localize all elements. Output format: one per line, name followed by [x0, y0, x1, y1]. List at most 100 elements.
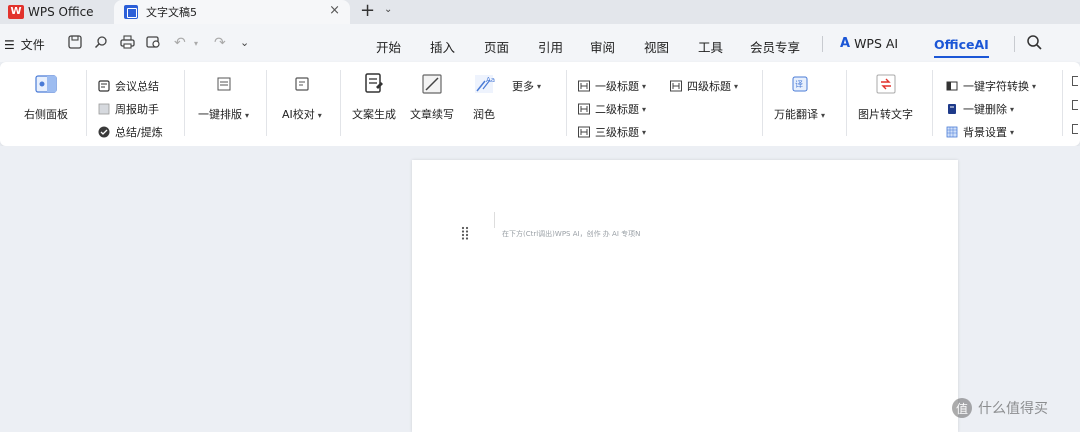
- menu-icon: ☰: [4, 37, 15, 52]
- file-menu-label: 文件: [20, 38, 45, 52]
- weekly-report-button[interactable]: 周报助手: [98, 101, 159, 117]
- group-separator: [1062, 70, 1063, 136]
- chevron-down-icon: ▾: [1010, 104, 1015, 114]
- new-tab-button[interactable]: +: [360, 0, 375, 21]
- copy-generate-button[interactable]: 文案生成: [352, 72, 396, 122]
- meeting-summary-label: 会议总结: [115, 80, 159, 93]
- heading3-button[interactable]: 三级标题 ▾: [578, 124, 646, 140]
- copy-continue-icon: [420, 72, 444, 96]
- close-tab-icon[interactable]: ×: [329, 3, 340, 18]
- heading4-button[interactable]: 四级标题 ▾: [670, 78, 738, 94]
- print-preview-icon[interactable]: [146, 35, 161, 53]
- ai-proofread-label: AI校对: [282, 108, 315, 121]
- one-click-delete-button[interactable]: 一键删除 ▾: [946, 101, 1014, 117]
- search-icon[interactable]: [1026, 34, 1042, 50]
- translate-button[interactable]: 译 万能翻译 ▾: [774, 72, 825, 122]
- char-convert-icon: [946, 80, 958, 92]
- app-name: WPS Office: [28, 5, 94, 19]
- redo-icon[interactable]: ↷: [214, 35, 226, 51]
- translate-icon: 译: [788, 72, 812, 96]
- tab-divider: [822, 36, 823, 52]
- chevron-down-icon: ▾: [317, 111, 322, 120]
- image-to-text-button[interactable]: 图片转文字: [858, 72, 913, 122]
- tab-review[interactable]: 审阅: [590, 37, 615, 56]
- document-tab-label: 文字文稿5: [146, 6, 197, 19]
- overflow-icon[interactable]: [1072, 76, 1078, 86]
- document-placeholder[interactable]: 在下方(Ctrl调出)WPS AI，创作 办 AI 专项N: [502, 229, 640, 239]
- file-menu-button[interactable]: ☰ 文件: [4, 36, 45, 53]
- ai-proofread-button[interactable]: AI校对 ▾: [282, 72, 322, 122]
- proofread-icon: [290, 72, 314, 96]
- officeai-ribbon: 右侧面板 会议总结 周报助手 总结/提炼 一键排版▾ AI校对▾ 文案生成: [0, 62, 1080, 146]
- undo-dropdown-icon[interactable]: ▾: [194, 39, 198, 48]
- weekly-report-label: 周报助手: [115, 103, 159, 116]
- heading2-button[interactable]: 二级标题 ▾: [578, 101, 646, 117]
- translate-label: 万能翻译: [774, 108, 818, 121]
- overflow-icon[interactable]: [1072, 100, 1078, 110]
- chevron-down-icon: ▾: [642, 81, 647, 91]
- drag-handle-icon[interactable]: [460, 226, 470, 240]
- background-settings-button[interactable]: 背景设置 ▾: [946, 124, 1014, 140]
- tab-view[interactable]: 视图: [644, 37, 669, 56]
- group-separator: [566, 70, 567, 136]
- tab-officeai[interactable]: OfficeAI: [934, 37, 989, 58]
- overflow-icon[interactable]: [1072, 124, 1078, 134]
- find-icon[interactable]: [94, 35, 108, 53]
- wps-logo-icon: W: [8, 5, 24, 19]
- heading1-icon: [578, 80, 590, 92]
- summary-refine-button[interactable]: 总结/提炼: [98, 124, 163, 140]
- chevron-down-icon: ▾: [821, 111, 826, 120]
- quick-access-more-icon[interactable]: ⌄: [240, 36, 249, 49]
- new-tab-dropdown-icon[interactable]: ⌄: [384, 4, 392, 15]
- copy-generate-icon: [362, 72, 386, 96]
- heading3-icon: [578, 126, 590, 138]
- group-separator: [340, 70, 341, 136]
- more-button[interactable]: 更多 ▾: [512, 78, 541, 94]
- delete-icon: [946, 103, 958, 115]
- document-tab[interactable]: 文字文稿5 ×: [114, 0, 350, 24]
- heading4-icon: [670, 80, 682, 92]
- copy-generate-label: 文案生成: [352, 108, 396, 121]
- wps-ai-icon: A: [840, 36, 851, 51]
- heading2-icon: [578, 103, 590, 115]
- one-click-layout-button[interactable]: 一键排版 ▾: [198, 72, 249, 122]
- tab-wps-ai[interactable]: A WPS AI: [840, 36, 898, 51]
- wps-ai-label: WPS AI: [854, 36, 899, 51]
- document-page[interactable]: [412, 160, 958, 432]
- save-icon[interactable]: [68, 35, 82, 53]
- summary-refine-label: 总结/提炼: [115, 126, 163, 139]
- undo-icon[interactable]: ↶: [174, 35, 186, 51]
- heading1-button[interactable]: 一级标题 ▾: [578, 78, 646, 94]
- weekly-report-icon: [98, 103, 110, 115]
- tab-page[interactable]: 页面: [484, 37, 509, 56]
- copy-continue-button[interactable]: 文章续写: [410, 72, 454, 122]
- one-click-delete-label: 一键删除: [963, 103, 1007, 116]
- tab-member[interactable]: 会员专享: [750, 37, 800, 56]
- chevron-down-icon: ▾: [245, 111, 250, 120]
- watermark-text: 什么值得买: [978, 401, 1048, 417]
- right-panel-button[interactable]: 右侧面板: [24, 72, 68, 122]
- polish-label: 润色: [473, 108, 495, 121]
- chevron-down-icon: ▾: [734, 81, 739, 91]
- watermark-logo-icon: 值: [952, 398, 972, 418]
- right-panel-icon: [34, 72, 58, 96]
- tab-tools[interactable]: 工具: [698, 37, 723, 56]
- chevron-down-icon: ▾: [642, 127, 647, 137]
- char-convert-button[interactable]: 一键字符转换 ▾: [946, 78, 1036, 94]
- tab-references[interactable]: 引用: [538, 37, 563, 56]
- print-icon[interactable]: [120, 35, 135, 53]
- menu-row: ☰ 文件 ↶ ▾ ↷ ⌄ 开始 插入 页面 引用 审阅 视图 工具 会员专享 A…: [0, 24, 1080, 62]
- background-settings-label: 背景设置: [963, 126, 1007, 139]
- heading4-label: 四级标题: [687, 80, 731, 93]
- chevron-down-icon: ▾: [1032, 81, 1037, 91]
- app-home-tab[interactable]: W WPS Office: [0, 0, 110, 24]
- meeting-summary-button[interactable]: 会议总结: [98, 78, 159, 94]
- heading3-label: 三级标题: [595, 126, 639, 139]
- text-cursor: [494, 212, 495, 228]
- tab-home[interactable]: 开始: [376, 37, 401, 56]
- group-separator: [266, 70, 267, 136]
- tab-insert[interactable]: 插入: [430, 37, 455, 56]
- group-separator: [86, 70, 87, 136]
- polish-button[interactable]: Aa 润色: [472, 72, 496, 122]
- group-separator: [762, 70, 763, 136]
